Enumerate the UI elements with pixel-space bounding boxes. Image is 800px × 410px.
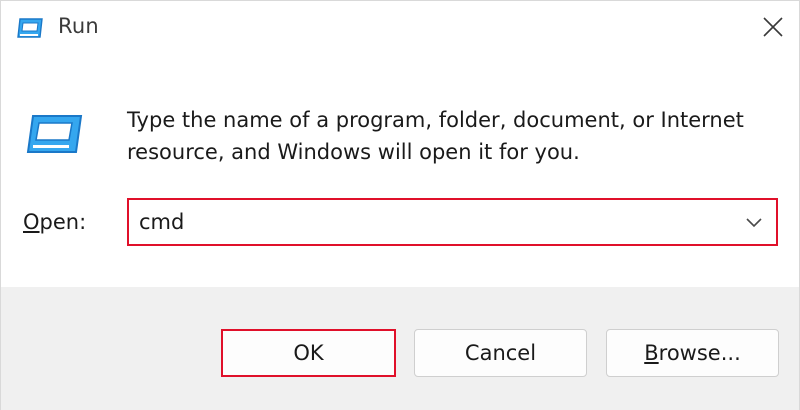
open-input[interactable] <box>139 206 729 238</box>
run-app-icon <box>15 16 45 40</box>
browse-button-mnemonic: B <box>644 341 659 365</box>
open-label-text: pen: <box>39 210 87 234</box>
cancel-button[interactable]: Cancel <box>414 329 587 377</box>
window-title: Run <box>58 14 99 38</box>
close-button[interactable] <box>751 7 795 51</box>
title-bar: Run <box>1 1 799 59</box>
dialog-content: Type the name of a program, folder, docu… <box>1 59 799 287</box>
browse-button-label: rowse... <box>658 341 741 365</box>
open-dropdown-button[interactable] <box>740 208 768 236</box>
browse-button[interactable]: Browse... <box>606 329 779 377</box>
open-label-mnemonic: O <box>23 210 40 234</box>
chevron-down-icon <box>745 213 763 232</box>
open-combobox[interactable] <box>127 198 778 246</box>
button-bar: OK Cancel Browse... <box>1 287 799 410</box>
ok-button-label: OK <box>293 341 324 365</box>
ok-button[interactable]: OK <box>221 329 396 377</box>
close-icon <box>762 16 784 42</box>
run-dialog: Run Type the name of a program, folder, … <box>0 0 800 410</box>
run-app-icon <box>23 112 85 156</box>
dialog-description: Type the name of a program, folder, docu… <box>127 108 744 164</box>
cancel-button-label: Cancel <box>464 341 537 365</box>
open-label: Open: <box>23 210 86 234</box>
